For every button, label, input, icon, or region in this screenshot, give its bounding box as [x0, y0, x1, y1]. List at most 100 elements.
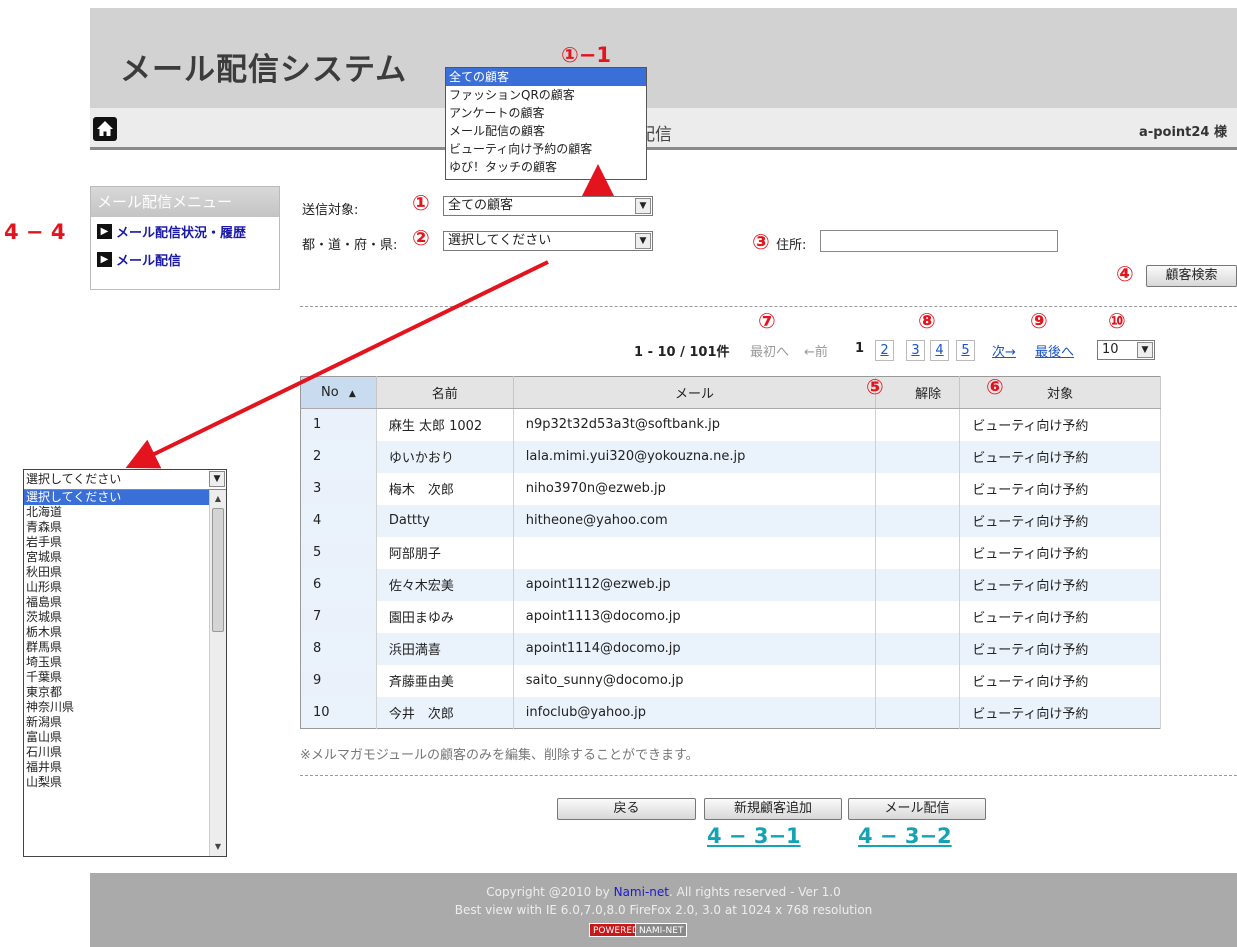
- address-input[interactable]: [820, 230, 1058, 252]
- table-row[interactable]: 2 ゆいかおり lala.mimi.yui320@yokouzna.ne.jp ビュー…: [300, 440, 1161, 473]
- dropdown-arrow-icon[interactable]: ▼: [1137, 342, 1153, 358]
- pagination-page[interactable]: 4: [930, 340, 949, 361]
- annotation-5: ⑤: [866, 375, 884, 399]
- dropdown-arrow-icon[interactable]: ▼: [635, 198, 651, 214]
- prefecture-option[interactable]: 千葉県: [24, 670, 226, 685]
- column-no[interactable]: No ▲: [300, 376, 377, 409]
- scroll-thumb[interactable]: [212, 508, 224, 632]
- target-option[interactable]: 全ての顧客: [446, 68, 646, 86]
- prefecture-dropdown-header[interactable]: 選択してください ▼: [24, 470, 226, 490]
- target-option[interactable]: メール配信の顧客: [446, 122, 646, 140]
- table-header-row: No ▲ 名前 メール 解除 対象: [300, 376, 1161, 409]
- annotation-7: ⑦: [758, 309, 776, 333]
- mail-send-button[interactable]: メール配信: [848, 798, 986, 820]
- target-option[interactable]: アンケートの顧客: [446, 104, 646, 122]
- annotation-2: ②: [412, 226, 430, 250]
- table-row[interactable]: 1 麻生 太郎 1002 n9p32t32d53a3t@softbank.jp ビュー…: [300, 408, 1161, 441]
- row-name: 梅木 次郎: [376, 472, 514, 505]
- target-select[interactable]: 全ての顧客 ▼: [443, 196, 653, 216]
- pagination-last[interactable]: 最後へ: [1035, 341, 1074, 360]
- scrollbar[interactable]: ▲ ▼: [209, 490, 226, 856]
- prefecture-option[interactable]: 岩手県: [24, 535, 226, 550]
- prefecture-option[interactable]: 北海道: [24, 505, 226, 520]
- prefecture-option[interactable]: 神奈川県: [24, 700, 226, 715]
- prefecture-option[interactable]: 秋田県: [24, 565, 226, 580]
- pagination-page[interactable]: 5: [956, 340, 975, 361]
- row-mail: apoint1113@docomo.jp: [513, 600, 877, 633]
- page-size-select[interactable]: 10 ▼: [1097, 340, 1155, 360]
- annotation-4-4: 4 − 4: [4, 220, 66, 244]
- row-name: 園田まゆみ: [376, 600, 514, 633]
- column-name[interactable]: 名前: [376, 376, 514, 409]
- prefecture-option[interactable]: 山形県: [24, 580, 226, 595]
- user-name: a-point24 様: [1139, 125, 1227, 140]
- address-label: 住所:: [776, 238, 807, 253]
- prefecture-option[interactable]: 東京都: [24, 685, 226, 700]
- prefecture-dropdown-value: 選択してください: [26, 472, 122, 486]
- prefecture-option[interactable]: 埼玉県: [24, 655, 226, 670]
- table-row[interactable]: 9 斉藤亜由美 saito_sunny@docomo.jp ビューティ向け予約: [300, 664, 1161, 697]
- table-row[interactable]: 8 浜田満喜 apoint1114@docomo.jp ビューティ向け予約: [300, 632, 1161, 665]
- prefecture-option[interactable]: 青森県: [24, 520, 226, 535]
- prefecture-dropdown-expanded: 選択してください ▼ 選択してください 北海道 青森県 岩手県 宮城県 秋田県 山形県 福島県…: [23, 469, 227, 857]
- prefecture-option[interactable]: 選択してください: [24, 490, 226, 505]
- sidebar-item-label[interactable]: メール配信: [116, 250, 181, 269]
- add-customer-button[interactable]: 新規顧客追加: [704, 798, 842, 820]
- table-row[interactable]: 3 梅木 次郎 niho3970n@ezweb.jp ビューティ向け予約: [300, 472, 1161, 505]
- row-number: 5: [300, 536, 377, 569]
- target-option[interactable]: ファッションQRの顧客: [446, 86, 646, 104]
- table-row[interactable]: 7 園田まゆみ apoint1113@docomo.jp ビューティ向け予約: [300, 600, 1161, 633]
- prefecture-option[interactable]: 茨城県: [24, 610, 226, 625]
- brand-link[interactable]: Nami-net: [614, 885, 669, 899]
- sidebar-item-history[interactable]: ▶ メール配信状況・履歴: [91, 217, 279, 245]
- sidebar-item-mail-send[interactable]: ▶ メール配信: [91, 245, 279, 273]
- sidebar-item-label[interactable]: メール配信状況・履歴: [116, 222, 246, 241]
- prefecture-option[interactable]: 石川県: [24, 745, 226, 760]
- sort-asc-icon: ▲: [348, 389, 356, 399]
- table-row[interactable]: 6 佐々木宏美 apoint1112@ezweb.jp ビューティ向け予約: [300, 568, 1161, 601]
- scroll-up-icon[interactable]: ▲: [210, 492, 226, 506]
- row-name: Dattty: [376, 504, 514, 537]
- row-target: ビューティ向け予約: [959, 408, 1161, 441]
- row-number: 7: [300, 600, 377, 633]
- target-option[interactable]: ビューティ向け予約の顧客: [446, 140, 646, 158]
- prefecture-select-value: 選択してください: [448, 233, 552, 248]
- row-name: ゆいかおり: [376, 440, 514, 473]
- browser-note: Best view with IE 6.0,7.0,8.0 FireFox 2.…: [454, 903, 873, 917]
- target-option[interactable]: ゆび！タッチの顧客: [446, 158, 646, 176]
- pagination-first: 最初へ: [750, 345, 790, 360]
- prefecture-option[interactable]: 富山県: [24, 730, 226, 745]
- dropdown-arrow-icon[interactable]: ▼: [209, 471, 225, 487]
- prefecture-option[interactable]: 福井県: [24, 760, 226, 775]
- home-button[interactable]: [93, 117, 117, 141]
- copyright-prefix: Copyright @2010 by: [486, 885, 614, 899]
- prefecture-option[interactable]: 群馬県: [24, 640, 226, 655]
- row-mail: lala.mimi.yui320@yokouzna.ne.jp: [513, 440, 877, 473]
- table-row[interactable]: 4 Dattty hitheone@yahoo.com ビューティ向け予約: [300, 504, 1161, 537]
- table-row[interactable]: 5 阿部朋子 ビューティ向け予約: [300, 536, 1161, 569]
- dropdown-arrow-icon[interactable]: ▼: [635, 233, 651, 249]
- target-label: 送信対象:: [302, 203, 359, 218]
- pagination-page[interactable]: 2: [875, 340, 894, 361]
- column-cancel[interactable]: 解除: [875, 376, 961, 409]
- pagination-next[interactable]: 次→: [992, 341, 1016, 360]
- brand-badge: NAMI-NET: [635, 923, 688, 937]
- prefecture-select[interactable]: 選択してください ▼: [443, 231, 653, 251]
- prefecture-option[interactable]: 栃木県: [24, 625, 226, 640]
- customer-search-button[interactable]: 顧客検索: [1146, 265, 1237, 287]
- row-name: 佐々木宏美: [376, 568, 514, 601]
- prefecture-option[interactable]: 新潟県: [24, 715, 226, 730]
- pagination-page[interactable]: 3: [906, 340, 925, 361]
- prefecture-option[interactable]: 福島県: [24, 595, 226, 610]
- prefecture-label: 都・道・府・県:: [302, 238, 398, 253]
- prefecture-option[interactable]: 山梨県: [24, 775, 226, 790]
- sidebar: メール配信メニュー ▶ メール配信状況・履歴 ▶ メール配信: [90, 186, 280, 290]
- back-button[interactable]: 戻る: [557, 798, 696, 820]
- row-mail: n9p32t32d53a3t@softbank.jp: [513, 408, 877, 441]
- row-name: 浜田満喜: [376, 632, 514, 665]
- table-row[interactable]: 10 今井 次郎 infoclub@yahoo.jp ビューティ向け予約: [300, 696, 1161, 729]
- row-name: 今井 次郎: [376, 696, 514, 729]
- scroll-down-icon[interactable]: ▼: [210, 840, 226, 854]
- prefecture-option[interactable]: 宮城県: [24, 550, 226, 565]
- column-mail[interactable]: メール: [513, 376, 877, 409]
